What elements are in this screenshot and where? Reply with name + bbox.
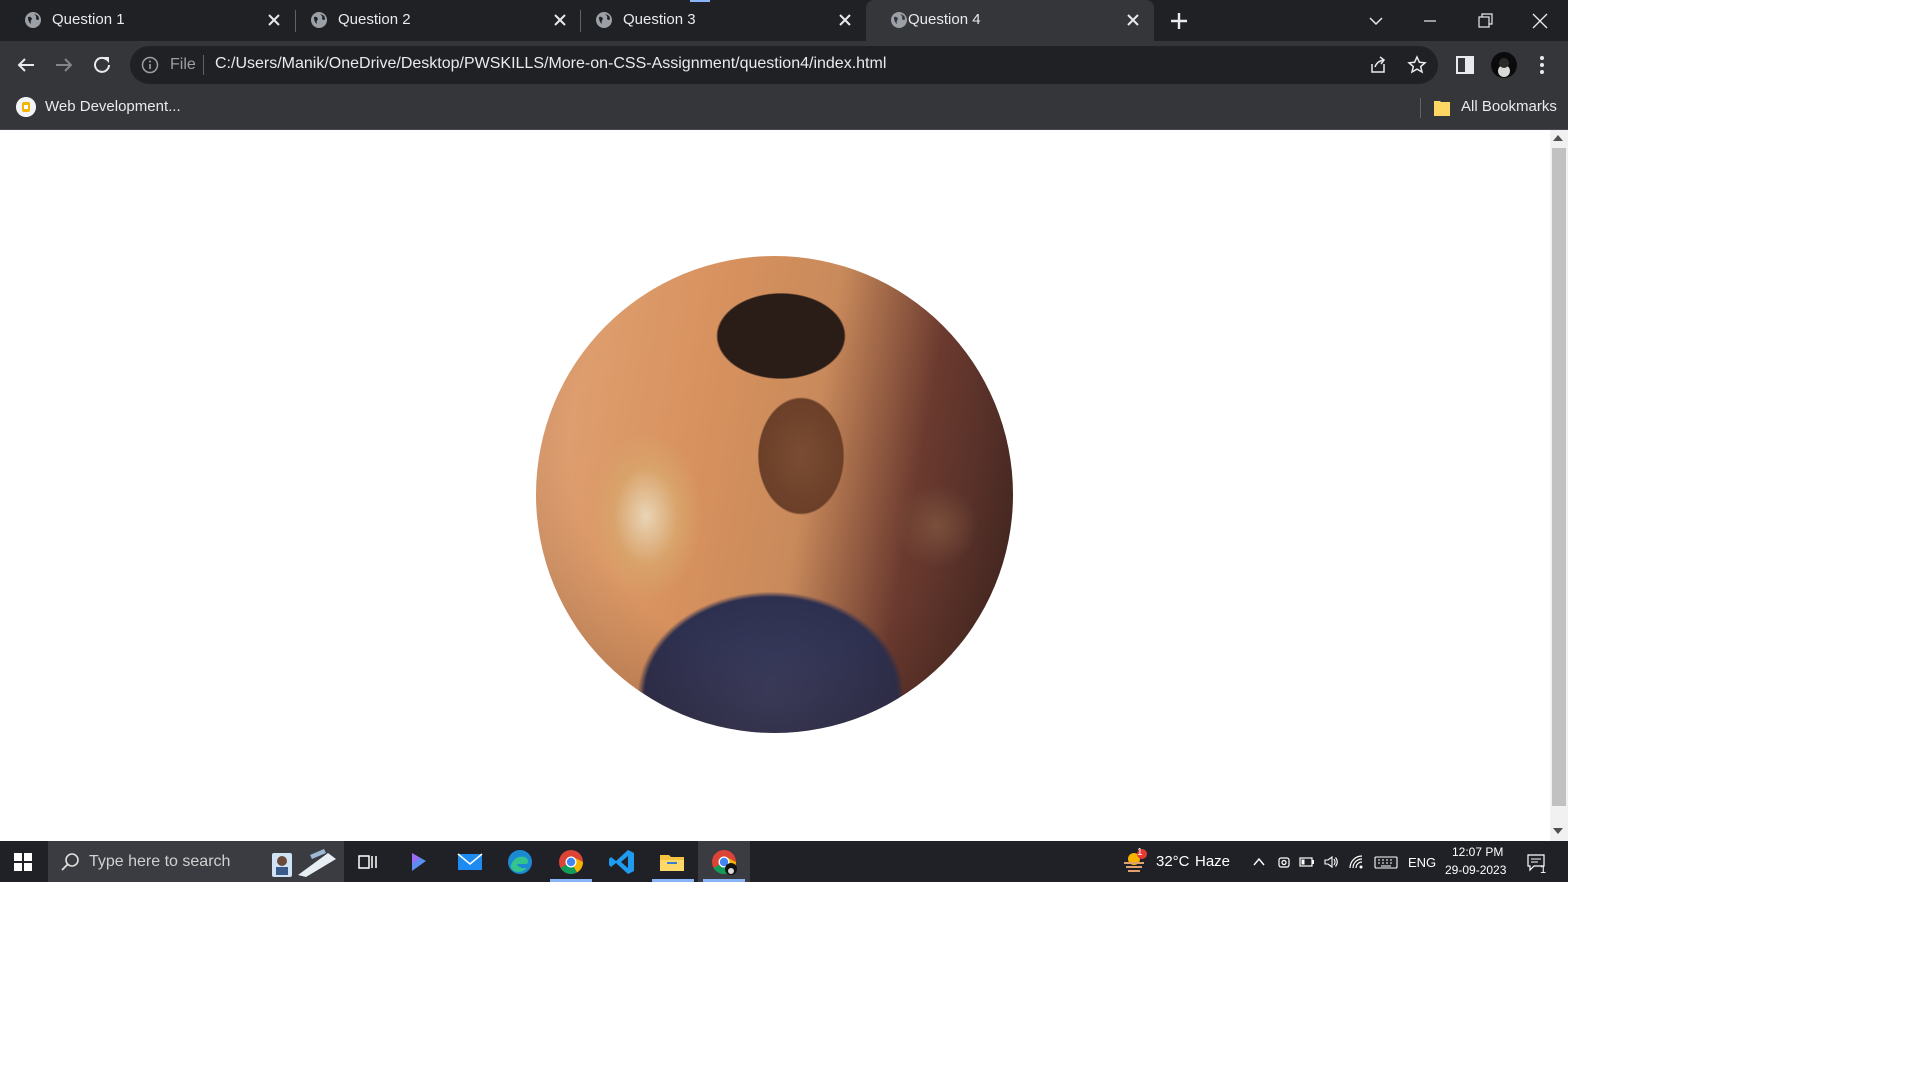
- globe-icon: [25, 12, 41, 28]
- close-icon[interactable]: [551, 11, 569, 29]
- tab-title: Question 3: [623, 11, 696, 28]
- meet-now-icon[interactable]: [1276, 854, 1292, 870]
- photo-vignette: [536, 256, 1013, 733]
- edge-icon[interactable]: [505, 847, 535, 877]
- volume-icon[interactable]: [1323, 854, 1339, 870]
- tab-strip: Question 1 Question 2 Question 3 Questio…: [0, 0, 1568, 41]
- chrome-icon[interactable]: [556, 847, 586, 877]
- taskbar-search-box[interactable]: Type here to search: [48, 841, 344, 882]
- close-icon[interactable]: [836, 11, 854, 29]
- bookmark-web-development[interactable]: Web Development...: [45, 98, 181, 115]
- tab-question-3[interactable]: Question 3: [571, 0, 866, 41]
- globe-icon: [596, 12, 612, 28]
- battery-icon[interactable]: [1299, 854, 1315, 870]
- close-window-icon[interactable]: [1527, 8, 1553, 34]
- search-highlight-illustration-icon: [272, 849, 336, 877]
- close-icon[interactable]: [1124, 11, 1142, 29]
- chevron-down-icon[interactable]: [1363, 8, 1389, 34]
- side-panel-icon[interactable]: [1453, 53, 1477, 77]
- forward-arrow-icon[interactable]: [52, 53, 76, 77]
- tab-title: Question 4: [908, 11, 981, 28]
- back-arrow-icon[interactable]: [14, 53, 38, 77]
- wifi-icon[interactable]: [1348, 854, 1364, 870]
- mail-icon[interactable]: [455, 847, 485, 877]
- minimize-icon[interactable]: [1417, 8, 1443, 34]
- chrome-running-indicator: [550, 879, 592, 882]
- tab-title: Question 2: [338, 11, 411, 28]
- chrome-profile-icon[interactable]: [709, 847, 739, 877]
- tab-question-4[interactable]: Question 4: [866, 0, 1154, 41]
- tab-title: Question 1: [52, 11, 125, 28]
- close-icon[interactable]: [265, 11, 283, 29]
- plus-icon[interactable]: [1166, 8, 1192, 34]
- profile-photo: [536, 256, 1013, 733]
- file-explorer-icon[interactable]: [657, 847, 687, 877]
- address-bar[interactable]: File C:/Users/Manik/OneDrive/Desktop/PWS…: [130, 46, 1438, 84]
- weather-temperature[interactable]: 32°C: [1156, 853, 1190, 870]
- globe-icon: [891, 12, 907, 28]
- reload-icon[interactable]: [90, 53, 114, 77]
- clock-date[interactable]: 29-09-2023: [1445, 863, 1506, 877]
- vscode-icon[interactable]: [607, 847, 637, 877]
- chrome-active-indicator: [703, 879, 745, 882]
- task-view-icon[interactable]: [353, 847, 383, 877]
- bookmarks-separator: [1420, 98, 1421, 118]
- globe-icon: [311, 12, 327, 28]
- copilot-icon[interactable]: [404, 847, 434, 877]
- url-text[interactable]: C:/Users/Manik/OneDrive/Desktop/PWSKILLS…: [215, 55, 886, 73]
- share-icon[interactable]: [1368, 55, 1388, 75]
- folder-icon: [1434, 101, 1450, 116]
- clock-time[interactable]: 12:07 PM: [1452, 845, 1503, 859]
- kebab-menu-icon[interactable]: [1530, 53, 1554, 77]
- page-viewport: [0, 130, 1550, 841]
- search-icon: [61, 853, 79, 871]
- windows-logo-icon[interactable]: [14, 853, 32, 871]
- notification-count-badge: 1: [1540, 864, 1547, 876]
- url-scheme-label: File: [170, 56, 196, 73]
- bookmarks-bar: [0, 89, 1568, 130]
- browser-toolbar: File C:/Users/Manik/OneDrive/Desktop/PWS…: [0, 41, 1568, 89]
- chevron-up-icon[interactable]: [1251, 854, 1267, 870]
- scrollbar-thumb[interactable]: [1552, 148, 1566, 806]
- all-bookmarks-button[interactable]: All Bookmarks: [1461, 98, 1557, 115]
- scroll-up-arrow-icon[interactable]: [1553, 135, 1563, 141]
- omnibox-separator: [203, 55, 204, 75]
- language-indicator[interactable]: ENG: [1408, 855, 1436, 870]
- explorer-running-indicator: [652, 879, 694, 882]
- search-placeholder: Type here to search: [89, 853, 231, 870]
- avatar[interactable]: [1490, 51, 1518, 79]
- tab-question-1[interactable]: Question 1: [0, 0, 295, 41]
- windows-taskbar: Type here to search 1 32°C Haze ENG 12:0…: [0, 841, 1568, 882]
- keyboard-icon[interactable]: [1374, 854, 1398, 870]
- scroll-down-arrow-icon[interactable]: [1553, 828, 1563, 834]
- bookmark-favicon-icon: [16, 97, 36, 117]
- restore-icon[interactable]: [1472, 8, 1498, 34]
- tab-question-2[interactable]: Question 2: [286, 0, 581, 41]
- weather-alert-badge: 1: [1137, 847, 1143, 858]
- weather-haze-icon: [1124, 849, 1147, 872]
- weather-condition[interactable]: Haze: [1195, 853, 1230, 870]
- star-icon[interactable]: [1407, 55, 1427, 75]
- info-icon[interactable]: [141, 56, 159, 74]
